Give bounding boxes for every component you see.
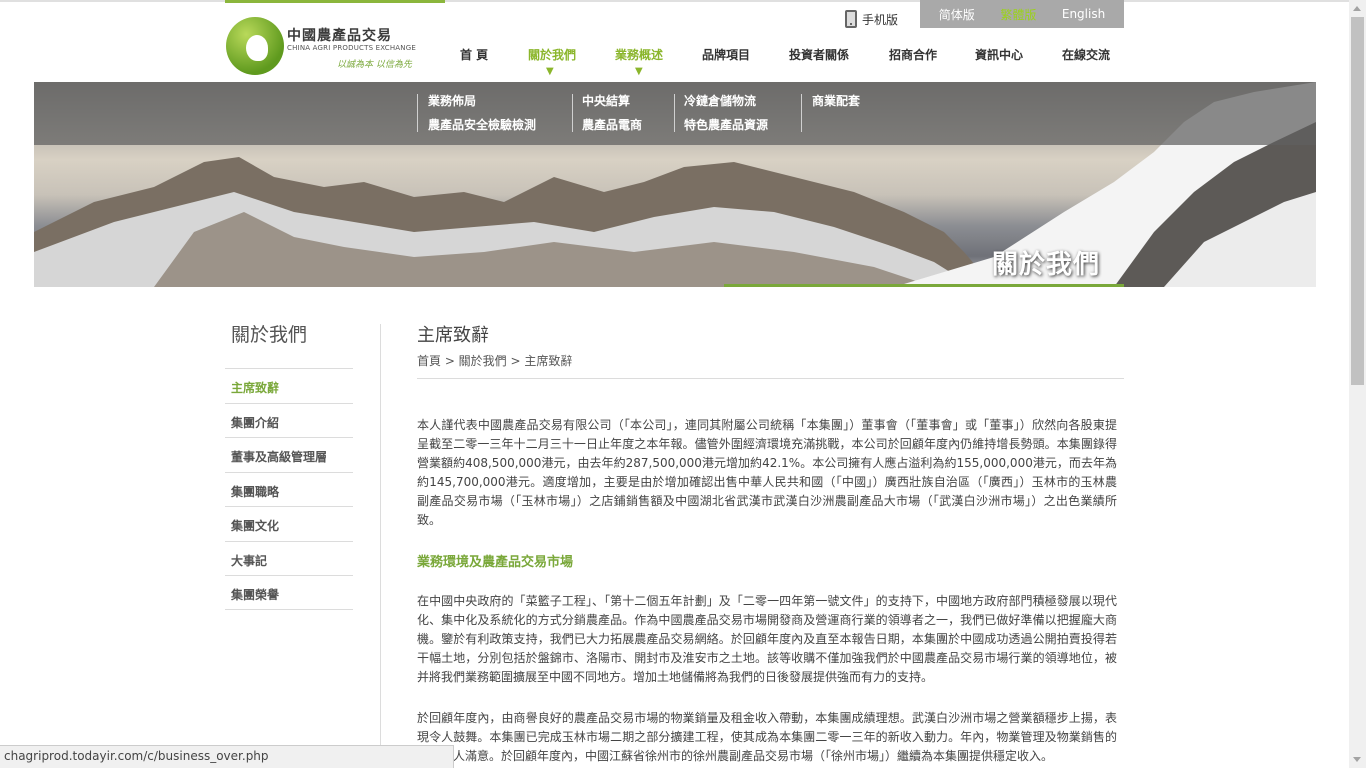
sidebar-item-intro[interactable]: 集團介紹 xyxy=(225,402,353,438)
phone-icon xyxy=(845,10,857,28)
submenu-special-products[interactable]: 特色農產品資源 xyxy=(684,116,768,133)
lang-english[interactable]: English xyxy=(1062,7,1105,21)
submenu-commercial[interactable]: 商業配套 xyxy=(812,92,860,109)
sidebar-item-strategy[interactable]: 集團職略 xyxy=(225,471,353,507)
submenu-layout[interactable]: 業務佈局 xyxy=(428,92,476,109)
status-bar-url: chagriprod.todayir.com/c/business_over.p… xyxy=(0,745,454,768)
top-line xyxy=(0,0,1349,2)
nav-about-arrow-icon: ▼ xyxy=(546,66,554,77)
mobile-version-link[interactable]: 手机版 xyxy=(845,10,898,28)
nav-brands[interactable]: 品牌項目 xyxy=(702,46,750,63)
lang-simplified[interactable]: 简体版 xyxy=(939,6,975,23)
sidebar-item-chairman[interactable]: 主席致辭 xyxy=(225,368,353,403)
logo-chinese: 中國農產品交易 xyxy=(287,28,392,44)
submenu-settlement[interactable]: 中央結算 xyxy=(582,92,630,109)
paragraph-review: 於回顧年度內，由商譽良好的農產品交易市場的物業銷量及租金收入帶動，本集團成績理想… xyxy=(417,711,1117,763)
banner: 業務佈局 中央結算 冷鏈倉儲物流 商業配套 農產品安全檢驗檢測 農產品電商 特色… xyxy=(34,82,1316,287)
nav-about[interactable]: 關於我們 xyxy=(528,46,576,63)
sidebar-item-culture[interactable]: 集團文化 xyxy=(225,506,353,541)
submenu-divider xyxy=(801,94,802,132)
submenu-divider xyxy=(417,94,418,132)
page-title: 主席致辭 xyxy=(417,325,489,346)
submenu-divider xyxy=(572,94,573,132)
language-bar: 简体版 繁體版 English xyxy=(920,0,1124,28)
sidebar-menu: 主席致辭 集團介紹 董事及高級管理層 集團職略 集團文化 大事記 集團榮譽 xyxy=(225,368,353,610)
nav-business[interactable]: 業務概述 xyxy=(615,46,663,63)
submenu-cold-chain[interactable]: 冷鏈倉儲物流 xyxy=(684,92,756,109)
nav-contact[interactable]: 在線交流 xyxy=(1062,46,1110,63)
logo-english: CHINA AGRI PRODUCTS EXCHANGE xyxy=(287,44,416,52)
mobile-version-label: 手机版 xyxy=(862,12,899,27)
scrollbar[interactable] xyxy=(1349,0,1366,768)
submenu: 業務佈局 中央結算 冷鏈倉儲物流 商業配套 農產品安全檢驗檢測 農產品電商 特色… xyxy=(34,82,1316,145)
logo-mark xyxy=(226,17,284,75)
nav-home[interactable]: 首 頁 xyxy=(460,46,488,63)
nav-partnership[interactable]: 招商合作 xyxy=(889,46,937,63)
logo-slogan: 以誠為本 以信為先 xyxy=(337,60,412,70)
sidebar-item-management[interactable]: 董事及高級管理層 xyxy=(225,437,353,472)
submenu-divider xyxy=(674,94,675,132)
breadcrumb: 首頁 > 關於我們 > 主席致辭 xyxy=(417,354,573,368)
sidebar-item-milestones[interactable]: 大事記 xyxy=(225,540,353,576)
submenu-ecommerce[interactable]: 農產品電商 xyxy=(582,116,642,133)
section-heading: 業務環境及農產品交易市場 xyxy=(417,555,574,570)
paragraph-business: 在中國中央政府的「菜籃子工程」、「第十二個五年計劃」及「二零一四年第一號文件」的… xyxy=(417,594,1117,684)
lang-traditional[interactable]: 繁體版 xyxy=(1000,6,1036,23)
scroll-down-arrow-icon[interactable] xyxy=(1353,757,1361,762)
paragraph-intro: 本人謹代表中國農產品交易有限公司（「本公司」，連同其附屬公司統稱「本集團」）董事… xyxy=(417,418,1117,527)
sidebar-divider xyxy=(380,324,381,768)
nav-investors[interactable]: 投資者關係 xyxy=(789,46,849,63)
logo[interactable]: 中國農產品交易 CHINA AGRI PRODUCTS EXCHANGE 以誠為… xyxy=(225,0,445,78)
sidebar-title: 關於我們 xyxy=(231,324,308,346)
banner-accent-line xyxy=(724,284,1124,287)
sidebar-item-honors[interactable]: 集團榮譽 xyxy=(225,575,353,610)
scroll-up-arrow-icon[interactable] xyxy=(1353,6,1361,11)
banner-title: 關於我們 xyxy=(992,250,1101,280)
scrollbar-thumb[interactable] xyxy=(1351,17,1364,385)
nav-business-arrow-icon: ▼ xyxy=(635,66,643,77)
title-divider xyxy=(417,378,1124,379)
nav-news[interactable]: 資訊中心 xyxy=(975,46,1023,63)
page: 中國農產品交易 CHINA AGRI PRODUCTS EXCHANGE 以誠為… xyxy=(0,0,1366,768)
submenu-safety[interactable]: 農產品安全檢驗檢測 xyxy=(428,116,536,133)
